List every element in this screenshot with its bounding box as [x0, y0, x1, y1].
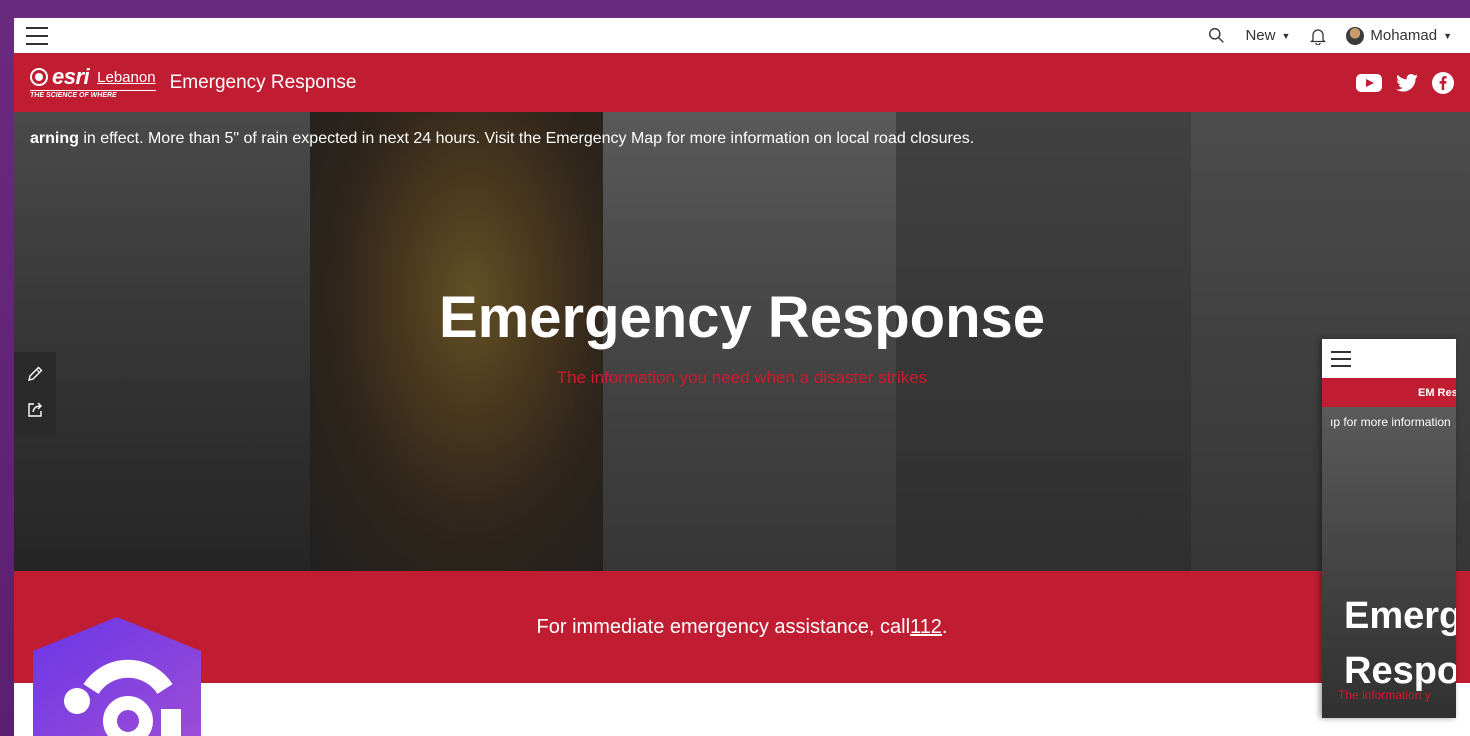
social-links [1356, 71, 1454, 94]
preview-header: EM Respo [1322, 378, 1456, 407]
preview-hero: ıp for more information Emerg Respo [1322, 407, 1456, 718]
preview-ticker: ıp for more information [1330, 415, 1451, 429]
user-name: Mohamad [1370, 27, 1438, 44]
top-actions: New ▼ Mohamad ▼ [1208, 26, 1458, 45]
preview-subtitle: The information y [1338, 688, 1431, 702]
hero-subtitle: The information you need when a disaster… [556, 368, 928, 387]
facebook-icon[interactable] [1432, 71, 1454, 94]
preview-title-line1: Emerg [1344, 595, 1456, 637]
emergency-banner: For immediate emergency assistance, call… [14, 571, 1470, 683]
logo-brand: esri [52, 64, 90, 89]
globe-icon [30, 68, 48, 86]
preview-title: Emerg Respo [1344, 589, 1456, 699]
bell-icon[interactable] [1310, 27, 1327, 45]
new-menu-button[interactable]: New ▼ [1245, 27, 1290, 44]
hero-title: Emergency Response [438, 285, 1046, 350]
emergency-text: For immediate emergency assistance, call [536, 615, 911, 638]
ticker-text: in effect. More than 5" of rain expected… [78, 130, 975, 147]
avatar [1346, 26, 1365, 45]
new-label: New [1245, 27, 1276, 44]
top-navigation-bar: New ▼ Mohamad ▼ [14, 18, 1470, 53]
logo-country: Lebanon [97, 68, 156, 86]
menu-icon[interactable] [26, 26, 48, 45]
ticker-bold: arning [30, 130, 79, 147]
esri-logo[interactable]: esri Lebanon THE SCIENCE OF WHERE [30, 66, 156, 99]
logo-tagline: THE SCIENCE OF WHERE [30, 90, 156, 99]
emergency-number-link[interactable]: 112 [910, 616, 942, 639]
app-logo-icon [33, 617, 201, 736]
browser-frame: New ▼ Mohamad ▼ esri Lebanon THE SCIENCE… [14, 18, 1470, 736]
site-title[interactable]: Emergency Response [170, 72, 357, 94]
chevron-down-icon: ▼ [1443, 30, 1452, 41]
builder-toolbar [14, 352, 56, 436]
twitter-icon[interactable] [1396, 73, 1418, 92]
edit-icon[interactable] [26, 365, 44, 388]
site-header: esri Lebanon THE SCIENCE OF WHERE Emerge… [14, 53, 1470, 112]
search-icon[interactable] [1208, 27, 1225, 44]
preview-topbar [1322, 339, 1456, 378]
user-menu-button[interactable]: Mohamad ▼ [1346, 26, 1452, 45]
emergency-suffix: . [941, 615, 948, 638]
mobile-preview-panel: EM Respo ıp for more information Emerg R… [1322, 339, 1456, 718]
alert-ticker: arning in effect. More than 5" of rain e… [30, 130, 974, 148]
youtube-icon[interactable] [1356, 73, 1382, 93]
chevron-down-icon: ▼ [1281, 30, 1291, 41]
hero-banner: arning in effect. More than 5" of rain e… [14, 112, 1470, 571]
share-icon[interactable] [26, 401, 44, 424]
menu-icon[interactable] [1331, 350, 1351, 367]
